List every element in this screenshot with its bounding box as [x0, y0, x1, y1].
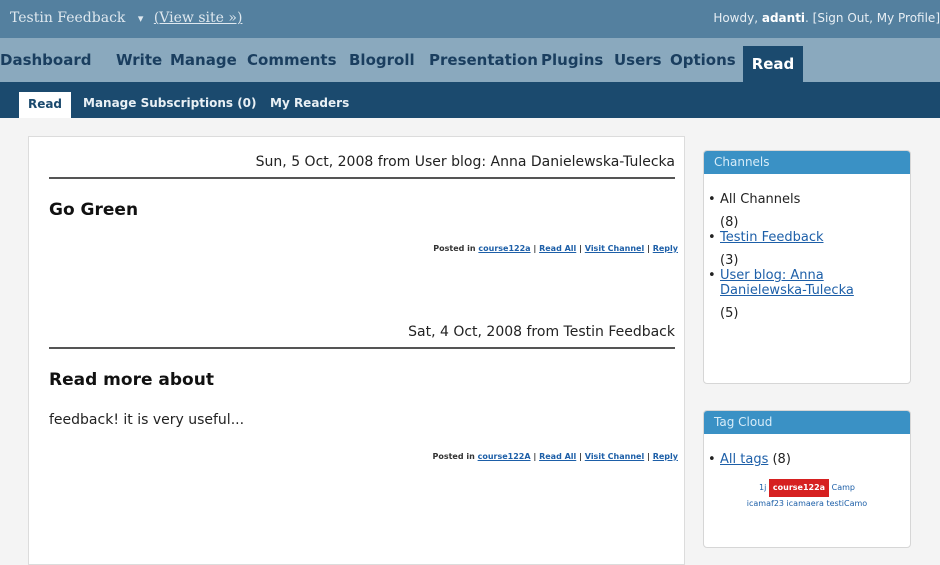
all-tags-count: (8): [772, 452, 791, 467]
meta-separator: |: [647, 452, 650, 461]
post-meta: Posted in course122a | Read All | Visit …: [49, 244, 678, 253]
channel-count: (8): [720, 215, 739, 230]
read-all-link[interactable]: Read All: [539, 452, 576, 461]
site-title: Testin Feedback ▾ (View site »): [10, 10, 242, 26]
channel-item-testin-feedback[interactable]: Testin Feedback: [704, 230, 910, 245]
channels-widget: Channels All Channels (8) Testin Feedbac…: [703, 150, 911, 384]
meta-separator: |: [647, 244, 650, 253]
tag-cloud-widget: Tag Cloud All tags (8) 1j course122a Cam…: [703, 410, 911, 548]
username[interactable]: adanti: [762, 11, 805, 25]
tag-link[interactable]: icamaera: [787, 499, 824, 508]
all-tags-link[interactable]: All tags: [720, 452, 768, 467]
channel-item-user-blog[interactable]: User blog: Anna Danielewska-Tulecka: [704, 268, 910, 298]
post-meta: Posted in course122A | Read All | Visit …: [49, 452, 678, 461]
read-panel: Sun, 5 Oct, 2008 from User blog: Anna Da…: [28, 136, 685, 565]
sub-navigation: Read Manage Subscriptions (0) My Readers: [0, 82, 940, 118]
channels-heading: Channels: [704, 151, 910, 174]
reply-link[interactable]: Reply: [653, 244, 678, 253]
post-title[interactable]: Go Green: [49, 200, 138, 220]
tag-link[interactable]: icamaf23: [747, 499, 784, 508]
nav-manage[interactable]: Manage: [170, 51, 237, 69]
channel-label[interactable]: All Channels: [720, 192, 800, 207]
greeting-suffix[interactable]: . [Sign Out, My Profile]: [805, 11, 940, 25]
nav-write[interactable]: Write: [116, 51, 162, 69]
subnav-my-readers[interactable]: My Readers: [270, 96, 349, 110]
meta-separator: |: [579, 244, 582, 253]
post-date-line: Sat, 4 Oct, 2008 from Testin Feedback: [408, 324, 675, 340]
admin-header: Testin Feedback ▾ (View site ») Howdy, a…: [0, 0, 940, 38]
visit-channel-link[interactable]: Visit Channel: [585, 244, 644, 253]
nav-comments[interactable]: Comments: [247, 51, 337, 69]
nav-users[interactable]: Users: [614, 51, 662, 69]
tag-link[interactable]: testiCamo: [826, 499, 867, 508]
channel-item-all[interactable]: All Channels: [704, 192, 910, 207]
category-link[interactable]: course122a: [478, 244, 530, 253]
meta-separator: |: [533, 452, 537, 461]
post-divider: [49, 347, 675, 349]
nav-presentation[interactable]: Presentation: [429, 51, 538, 69]
subnav-manage-subscriptions[interactable]: Manage Subscriptions (0): [83, 96, 257, 110]
nav-dashboard[interactable]: Dashboard: [0, 51, 91, 69]
tag-link[interactable]: Camp: [832, 483, 855, 492]
post-divider: [49, 177, 675, 179]
highlighted-tag-link[interactable]: course122a: [768, 479, 830, 497]
channel-link[interactable]: User blog: Anna Danielewska-Tulecka: [720, 268, 854, 298]
tag-link[interactable]: 1j: [759, 483, 766, 492]
posted-in-label: Posted in: [432, 452, 475, 461]
all-tags-item[interactable]: All tags (8): [704, 452, 910, 467]
visit-channel-link[interactable]: Visit Channel: [585, 452, 644, 461]
post-excerpt: feedback! it is very useful...: [49, 412, 245, 428]
nav-plugins[interactable]: Plugins: [541, 51, 603, 69]
view-site-link[interactable]: (View site »): [154, 10, 243, 26]
read-all-link[interactable]: Read All: [539, 244, 576, 253]
nav-read[interactable]: Read: [743, 46, 803, 82]
tag-cloud-list: All tags (8): [704, 452, 910, 467]
post-date-line: Sun, 5 Oct, 2008 from User blog: Anna Da…: [255, 154, 675, 170]
channel-count: (3): [720, 253, 739, 268]
post-title[interactable]: Read more about: [49, 370, 214, 390]
greeting-prefix: Howdy,: [713, 11, 759, 25]
category-link[interactable]: course122A: [478, 452, 531, 461]
user-greeting: Howdy, adanti. [Sign Out, My Profile]: [713, 11, 940, 25]
channel-link[interactable]: Testin Feedback: [720, 230, 824, 245]
posted-in-label: Posted in: [433, 244, 476, 253]
meta-separator: |: [579, 452, 582, 461]
reply-link[interactable]: Reply: [653, 452, 678, 461]
tag-cloud-heading: Tag Cloud: [704, 411, 910, 434]
channels-list: All Channels (8) Testin Feedback (3) Use…: [704, 192, 910, 321]
meta-separator: |: [533, 244, 537, 253]
subnav-read[interactable]: Read: [19, 92, 71, 118]
site-dropdown-arrow-icon[interactable]: ▾: [138, 12, 144, 25]
site-title-text: Testin Feedback: [10, 10, 126, 26]
channel-count: (5): [720, 306, 739, 321]
tag-cloud: 1j course122a Camp icamaf23 icamaera tes…: [704, 479, 910, 511]
nav-options[interactable]: Options: [670, 51, 736, 69]
nav-blogroll[interactable]: Blogroll: [349, 51, 415, 69]
